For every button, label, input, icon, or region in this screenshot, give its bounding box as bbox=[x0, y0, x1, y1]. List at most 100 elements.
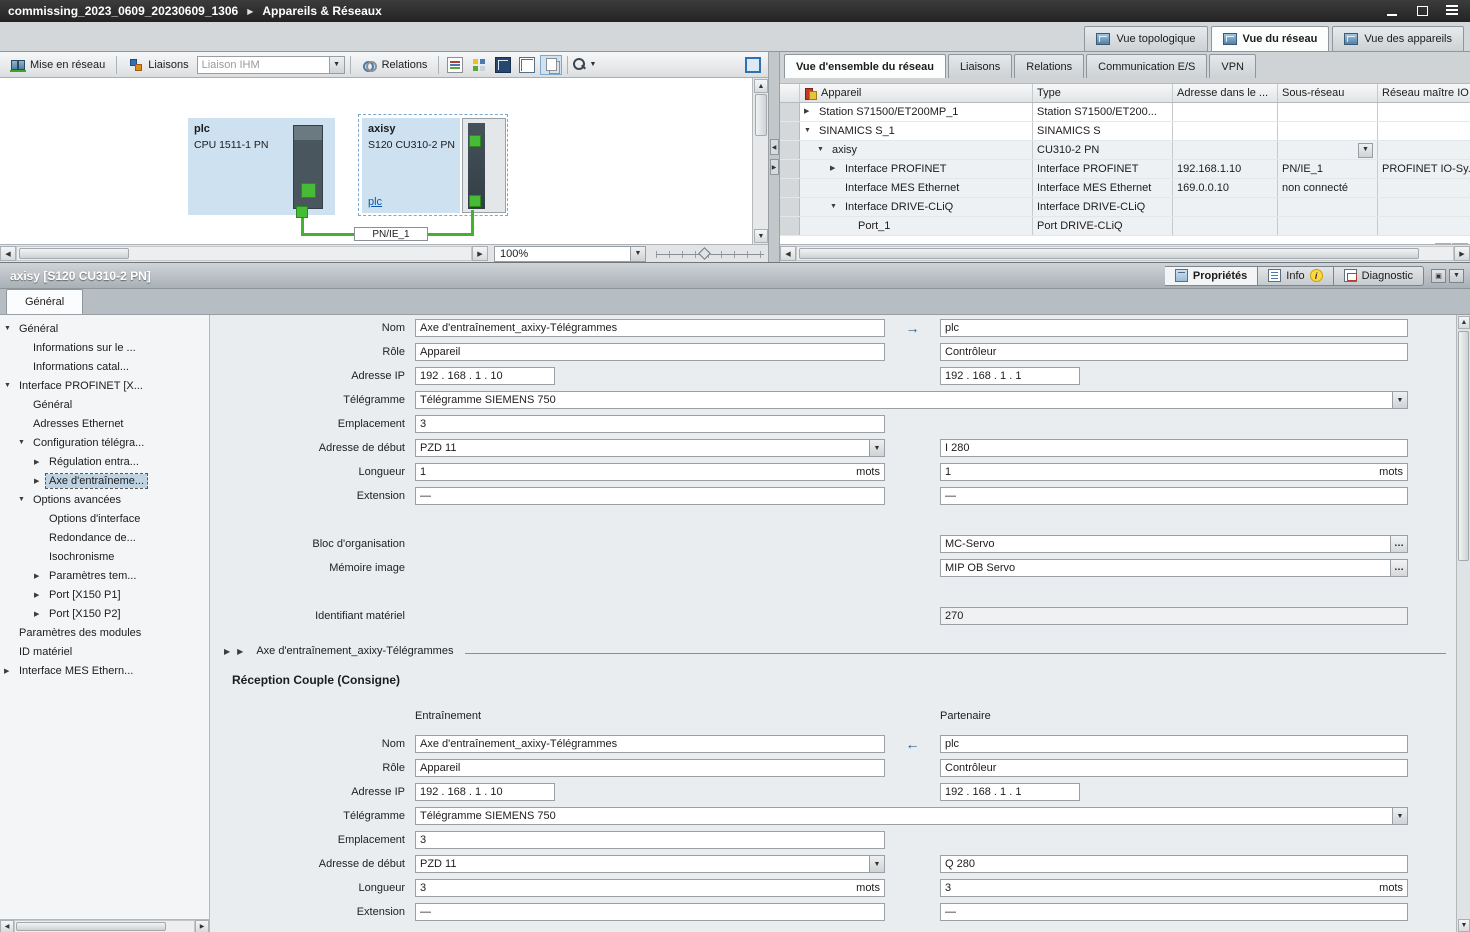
tree-item[interactable]: ▶ Régulation entra... bbox=[0, 452, 209, 471]
collapse-right-button[interactable]: ▶ bbox=[770, 159, 779, 175]
partner-nom-input[interactable]: plc bbox=[940, 735, 1408, 753]
tree-item[interactable]: ▶ Port [X150 P2] bbox=[0, 604, 209, 623]
row-indicator[interactable] bbox=[780, 217, 800, 235]
chevron-down-icon[interactable] bbox=[1392, 392, 1407, 408]
inspector-tab[interactable]: Info i bbox=[1258, 266, 1333, 286]
expander-icon[interactable]: ▶ bbox=[34, 572, 46, 580]
device-type-cell[interactable]: Port DRIVE-CLiQ bbox=[1033, 217, 1173, 235]
view-tab[interactable]: Vue topologique bbox=[1084, 26, 1207, 51]
row-indicator[interactable] bbox=[780, 160, 800, 178]
fit-view-button[interactable] bbox=[742, 55, 764, 75]
row-indicator[interactable] bbox=[780, 179, 800, 197]
tree-item[interactable]: Paramètres des modules bbox=[0, 623, 209, 642]
expander-icon[interactable]: ▶ bbox=[34, 610, 46, 618]
column-header-reseau-maitre[interactable]: Réseau maître IO bbox=[1378, 84, 1470, 102]
scroll-down-button[interactable]: ▼ bbox=[1458, 919, 1470, 932]
scroll-left-button[interactable]: ◀ bbox=[0, 246, 16, 261]
longueur-input[interactable]: 3mots bbox=[415, 879, 885, 897]
scrollbar-handle[interactable] bbox=[16, 922, 166, 931]
plc-device-image[interactable] bbox=[293, 125, 323, 209]
partner-role-input[interactable]: Contrôleur bbox=[940, 343, 1408, 361]
telegramme-combobox[interactable]: Télégramme SIEMENS 750 bbox=[415, 807, 1408, 825]
io-master-cell[interactable] bbox=[1378, 217, 1470, 235]
address-cell[interactable] bbox=[1173, 217, 1278, 235]
io-master-cell[interactable] bbox=[1378, 122, 1470, 140]
dock-panel-icon[interactable]: ▣ bbox=[1431, 269, 1446, 283]
grid-view-button[interactable] bbox=[516, 55, 538, 75]
canvas-horizontal-scrollbar[interactable]: ◀ ▶ bbox=[0, 246, 488, 262]
zoom-button[interactable]: ▼ bbox=[573, 55, 595, 75]
subnet-cell[interactable]: ▼ bbox=[1278, 141, 1378, 159]
scroll-right-button[interactable]: ▶ bbox=[1454, 246, 1470, 261]
io-controller-link[interactable]: plc bbox=[368, 196, 382, 208]
show-address-labels-button[interactable] bbox=[444, 55, 466, 75]
chevron-right-icon[interactable]: ▶ bbox=[237, 647, 243, 656]
axisy-port-bottom[interactable] bbox=[469, 195, 481, 207]
expander-icon[interactable]: ▼ bbox=[830, 198, 842, 216]
column-header-appareil[interactable]: Appareil bbox=[800, 84, 1033, 102]
canvas-vertical-scrollbar[interactable]: ▲ ▼ bbox=[752, 78, 768, 244]
tree-item[interactable]: ▶ Paramètres tem... bbox=[0, 566, 209, 585]
tree-horizontal-scrollbar[interactable]: ◀ ▶ bbox=[0, 919, 210, 932]
axisy-port-top[interactable] bbox=[469, 135, 481, 147]
tree-item[interactable]: ▼ Général bbox=[0, 319, 209, 338]
emplacement-input[interactable]: 3 bbox=[415, 831, 885, 849]
overview-tab[interactable]: Vue d'ensemble du réseau bbox=[784, 54, 946, 78]
tree-item[interactable]: ▶ Axe d'entraîneme... bbox=[0, 471, 209, 490]
subnet-dropdown-button[interactable]: ▼ bbox=[1358, 143, 1373, 158]
partner-longueur-input[interactable]: 3mots bbox=[940, 879, 1408, 897]
device-type-cell[interactable]: Interface PROFINET bbox=[1033, 160, 1173, 178]
page-breaks-button[interactable] bbox=[540, 55, 562, 75]
scrollbar-handle[interactable] bbox=[19, 248, 129, 259]
tree-item[interactable]: ▼ Configuration télégra... bbox=[0, 433, 209, 452]
subnet-label[interactable]: PN/IE_1 bbox=[354, 227, 428, 241]
device-name-cell[interactable]: ▶ Station S71500/ET200MP_1 bbox=[800, 103, 1033, 121]
plc-profinet-port[interactable] bbox=[296, 206, 308, 218]
browse-button[interactable] bbox=[1390, 536, 1407, 552]
expander-icon[interactable]: ▶ bbox=[830, 160, 842, 178]
axisy-device-image[interactable] bbox=[462, 118, 506, 213]
chevron-down-icon[interactable] bbox=[1392, 808, 1407, 824]
device-type-cell[interactable]: Interface MES Ethernet bbox=[1033, 179, 1173, 197]
io-master-cell[interactable] bbox=[1378, 198, 1470, 216]
table-row[interactable]: ▼ Interface DRIVE-CLiQ Interface DRIVE-C… bbox=[780, 198, 1470, 217]
tree-item[interactable]: Informations catal... bbox=[0, 357, 209, 376]
address-cell[interactable] bbox=[1173, 103, 1278, 121]
overview-tab[interactable]: Liaisons bbox=[948, 54, 1012, 78]
subnet-cell[interactable]: ▼ bbox=[1278, 217, 1378, 235]
subnet-cell[interactable]: ▼ bbox=[1278, 122, 1378, 140]
nom-input[interactable]: Axe d'entraînement_axixy-Télégrammes bbox=[415, 735, 885, 753]
longueur-input[interactable]: 1mots bbox=[415, 463, 885, 481]
address-cell[interactable]: 169.0.0.10 bbox=[1173, 179, 1278, 197]
tab-general[interactable]: Général bbox=[6, 289, 83, 314]
network-mode-button[interactable]: Mise en réseau bbox=[4, 55, 111, 75]
table-row[interactable]: Interface MES Ethernet Interface MES Eth… bbox=[780, 179, 1470, 198]
relations-mode-button[interactable]: Relations bbox=[356, 55, 434, 75]
highlight-io-button[interactable] bbox=[468, 55, 490, 75]
address-cell[interactable] bbox=[1173, 141, 1278, 159]
role-input[interactable]: Appareil bbox=[415, 343, 885, 361]
extension-input[interactable]: — bbox=[415, 903, 885, 921]
tree-item[interactable]: Isochronisme bbox=[0, 547, 209, 566]
table-row[interactable]: ▶ Station S71500/ET200MP_1 Station S7150… bbox=[780, 103, 1470, 122]
device-type-cell[interactable]: SINAMICS S bbox=[1033, 122, 1173, 140]
device-type-cell[interactable]: CU310-2 PN bbox=[1033, 141, 1173, 159]
minimize-icon[interactable] bbox=[1386, 5, 1400, 17]
partner-extension-input[interactable]: — bbox=[940, 903, 1408, 921]
scroll-right-button[interactable]: ▶ bbox=[195, 920, 209, 932]
scrollbar-handle[interactable] bbox=[799, 248, 1419, 259]
scrollbar-handle[interactable] bbox=[755, 94, 767, 136]
row-indicator[interactable] bbox=[780, 198, 800, 216]
overview-tab[interactable]: Communication E/S bbox=[1086, 54, 1207, 78]
chevron-down-icon[interactable] bbox=[329, 57, 344, 73]
address-cell[interactable] bbox=[1173, 198, 1278, 216]
device-name-cell[interactable]: ▼ axisy bbox=[800, 141, 1033, 159]
network-canvas[interactable]: plc CPU 1511-1 PN axisy S120 CU310-2 PN … bbox=[0, 78, 752, 244]
memoire-image-input[interactable]: MIP OB Servo bbox=[940, 559, 1408, 577]
io-master-cell[interactable] bbox=[1378, 179, 1470, 197]
expander-icon[interactable]: ▼ bbox=[18, 439, 30, 446]
overview-horizontal-scrollbar[interactable]: ◀ ▶ bbox=[780, 244, 1470, 262]
inspector-tab[interactable]: Diagnostic i bbox=[1334, 266, 1424, 286]
column-header-sous-reseau[interactable]: Sous-réseau bbox=[1278, 84, 1378, 102]
form-vertical-scrollbar[interactable]: ▲ ▼ bbox=[1456, 315, 1470, 932]
